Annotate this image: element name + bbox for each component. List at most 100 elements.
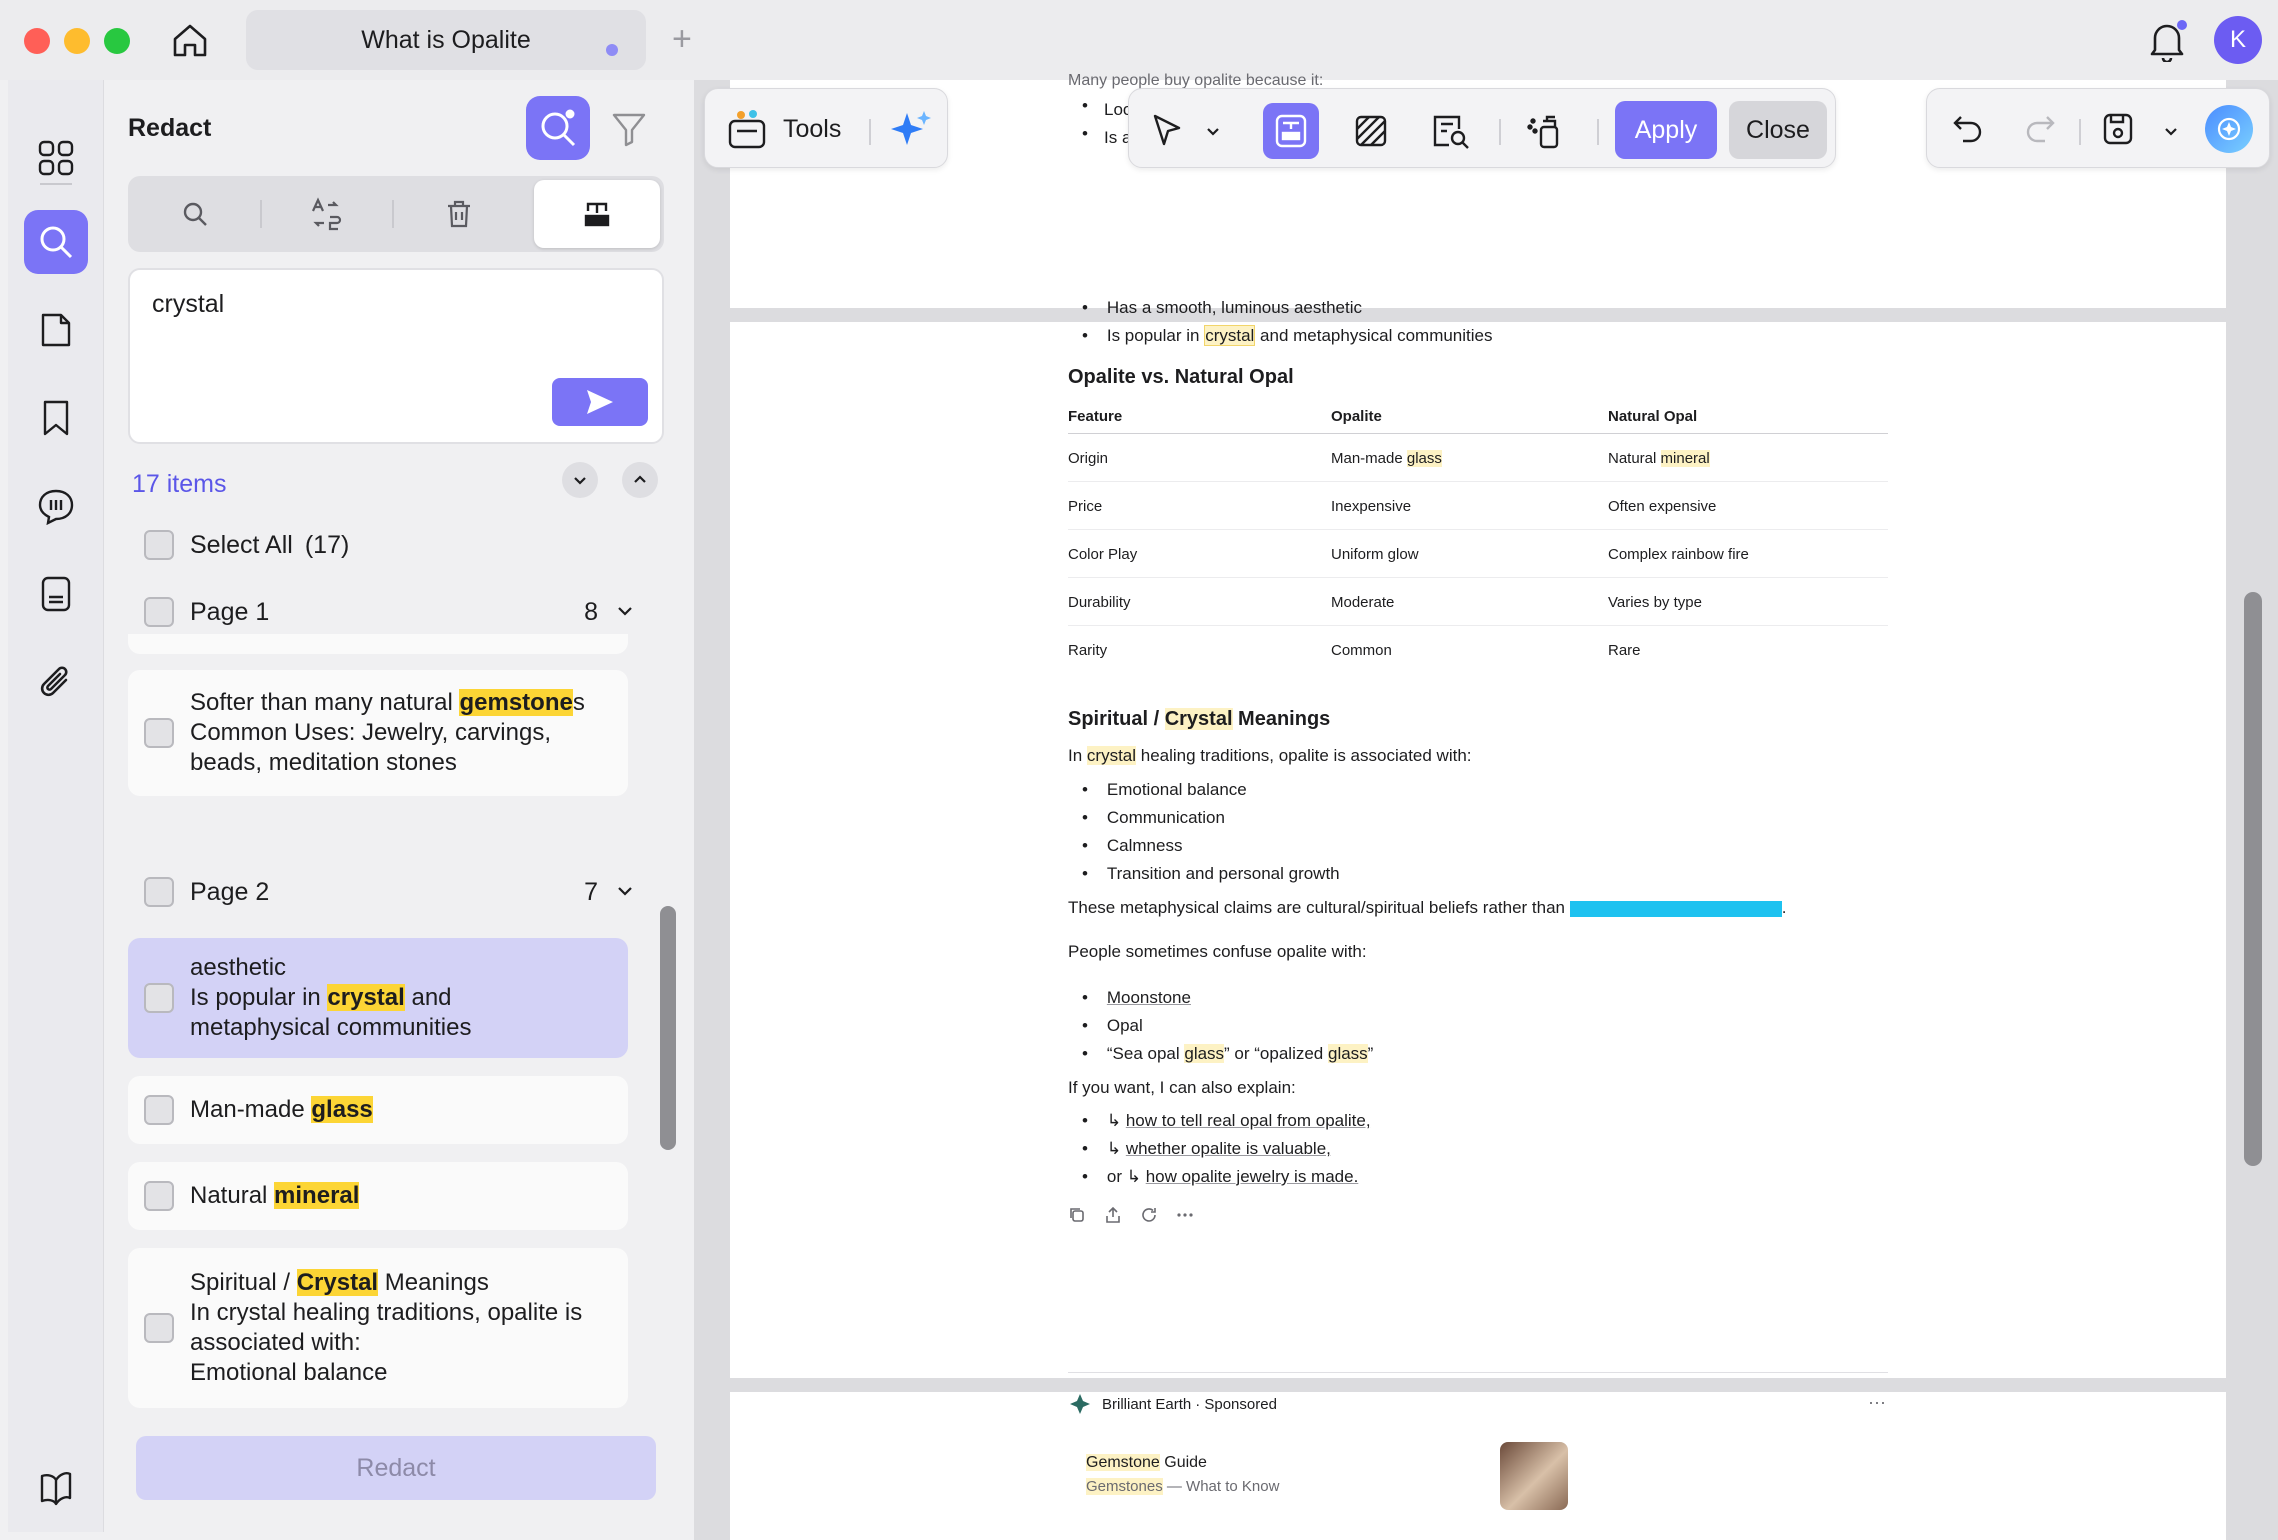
filter-button[interactable] xyxy=(604,104,654,154)
share-icon[interactable] xyxy=(1104,1206,1122,1224)
ad-title[interactable]: Gemstone Guide xyxy=(1086,1454,1207,1472)
explain-paragraph: If you want, I can also explain: xyxy=(1068,1078,1296,1097)
doc-link[interactable]: whether opalite is valuable, xyxy=(1126,1139,1331,1158)
ai-sparkle-button[interactable] xyxy=(889,107,933,151)
select-all-label: Select All xyxy=(190,530,293,559)
sanitize-button[interactable] xyxy=(1517,103,1573,159)
confuse-paragraph: People sometimes confuse opalite with: xyxy=(1068,942,1367,961)
rail-attachments-button[interactable] xyxy=(24,650,88,714)
mode-replace-button[interactable] xyxy=(264,180,390,248)
paperclip-icon xyxy=(40,666,68,697)
form-icon xyxy=(41,576,71,612)
avatar[interactable]: K xyxy=(2214,16,2262,64)
explain-list: • ↳ how to tell real opal from opalite, … xyxy=(1082,1111,1371,1186)
doc-link[interactable]: how to tell real opal from opalite, xyxy=(1126,1111,1371,1130)
chevron-down-icon[interactable] xyxy=(1205,123,1221,139)
save-button[interactable] xyxy=(2101,111,2135,152)
rail-comments-button[interactable] xyxy=(24,474,88,538)
new-tab-button[interactable]: + xyxy=(672,20,692,59)
redact-page-button[interactable] xyxy=(1343,103,1399,159)
undo-button[interactable] xyxy=(1951,111,1985,150)
zoom-window-button[interactable] xyxy=(104,28,130,54)
match-highlight: gemstone xyxy=(459,689,573,716)
result-card[interactable]: Softer than many natural gemstones Commo… xyxy=(128,670,628,796)
ad-thumbnail[interactable] xyxy=(1500,1442,1568,1510)
table-row: Price Inexpensive Often expensive xyxy=(1068,482,1888,530)
document-scrollbar-thumb[interactable] xyxy=(2244,592,2262,1166)
results-list[interactable]: Page 1 8 Softer than many natural gemsto… xyxy=(128,570,658,1496)
toolbox-icon[interactable] xyxy=(727,107,767,151)
redaction-mark[interactable] xyxy=(1569,900,1782,917)
page-group-2[interactable]: Page 2 7 xyxy=(128,862,648,922)
page-group-count: 7 xyxy=(584,877,598,906)
ai-assistant-button[interactable] xyxy=(2205,105,2253,153)
redact-text-icon xyxy=(584,202,610,227)
page-group-1[interactable]: Page 1 8 xyxy=(128,582,648,642)
redo-button[interactable] xyxy=(2023,111,2057,150)
result-checkbox[interactable] xyxy=(144,1095,174,1125)
refresh-icon[interactable] xyxy=(1140,1206,1158,1224)
minimize-window-button[interactable] xyxy=(64,28,90,54)
left-rail xyxy=(8,80,104,1532)
result-card-selected[interactable]: aesthetic Is popular in crystal and meta… xyxy=(128,938,628,1058)
result-card[interactable]: Man-made glass xyxy=(128,1076,628,1144)
close-window-button[interactable] xyxy=(24,28,50,54)
next-result-button[interactable] xyxy=(562,462,598,498)
mark-for-redaction-button[interactable] xyxy=(1263,103,1319,159)
mode-redact-text-button[interactable] xyxy=(534,180,660,248)
rail-theme-button[interactable] xyxy=(30,1462,82,1514)
doc-match-highlight: Gemstone xyxy=(1086,1454,1160,1471)
result-card[interactable]: Natural mineral xyxy=(128,1162,628,1230)
sponsor-name: Brilliant Earth xyxy=(1102,1395,1192,1413)
apply-button[interactable]: Apply xyxy=(1615,101,1717,159)
pointer-icon xyxy=(1153,114,1181,146)
more-icon[interactable] xyxy=(1176,1206,1194,1224)
result-checkbox[interactable] xyxy=(144,983,174,1013)
rail-pages-button[interactable] xyxy=(24,298,88,362)
rail-thumbnails-button[interactable] xyxy=(24,126,88,190)
spiritual-heading: Spiritual / Crystal Meanings xyxy=(1068,708,1331,730)
page-group-checkbox[interactable] xyxy=(144,877,174,907)
smart-search-button[interactable] xyxy=(526,96,590,160)
result-checkbox[interactable] xyxy=(144,1181,174,1211)
select-all-checkbox[interactable] xyxy=(144,530,174,560)
search-redact-button[interactable] xyxy=(1423,103,1479,159)
rail-forms-button[interactable] xyxy=(24,562,88,626)
rail-bookmarks-button[interactable] xyxy=(24,386,88,450)
result-card[interactable]: Spiritual / Crystal Meanings In crystal … xyxy=(128,1248,628,1408)
redact-query-field[interactable]: crystal xyxy=(128,268,664,444)
tools-label[interactable]: Tools xyxy=(783,115,841,144)
result-text: Man-made glass xyxy=(190,1096,373,1123)
mode-search-button[interactable] xyxy=(132,180,258,248)
doc-link[interactable]: Moonstone xyxy=(1107,988,1191,1007)
rail-search-button[interactable] xyxy=(24,210,88,274)
chevron-down-icon[interactable] xyxy=(614,600,636,622)
send-icon xyxy=(587,390,613,414)
close-button[interactable]: Close xyxy=(1729,101,1827,159)
result-card-partial[interactable] xyxy=(128,634,628,654)
result-checkbox[interactable] xyxy=(144,1313,174,1343)
home-button[interactable] xyxy=(168,18,212,62)
doc-link[interactable]: how opalite jewelry is made. xyxy=(1146,1167,1359,1186)
previous-result-button[interactable] xyxy=(622,462,658,498)
page-group-checkbox[interactable] xyxy=(144,597,174,627)
query-text[interactable]: crystal xyxy=(152,290,224,319)
document-tab[interactable]: What is Opalite xyxy=(246,10,646,70)
sponsor-tag: · Sponsored xyxy=(1195,1395,1277,1413)
comment-icon xyxy=(38,489,74,525)
results-scrollbar-thumb[interactable] xyxy=(660,906,676,1150)
bullet-marker: • xyxy=(1082,96,1088,115)
notification-badge xyxy=(2177,20,2187,30)
redact-button[interactable]: Redact xyxy=(136,1436,656,1500)
chevron-down-icon[interactable] xyxy=(614,880,636,902)
doc-bullets-top: • Has a smooth, luminous aesthetic • Is … xyxy=(1082,298,1493,346)
select-all-row[interactable]: Select All (17) xyxy=(144,530,349,560)
copy-icon[interactable] xyxy=(1068,1206,1086,1224)
run-search-button[interactable] xyxy=(552,378,648,426)
ad-more-icon[interactable]: ··· xyxy=(1868,1392,1886,1413)
chevron-down-icon[interactable] xyxy=(2163,123,2179,139)
match-highlight: glass xyxy=(311,1096,373,1123)
select-tool-button[interactable] xyxy=(1139,103,1195,159)
result-checkbox[interactable] xyxy=(144,718,174,748)
mode-delete-button[interactable] xyxy=(396,180,522,248)
